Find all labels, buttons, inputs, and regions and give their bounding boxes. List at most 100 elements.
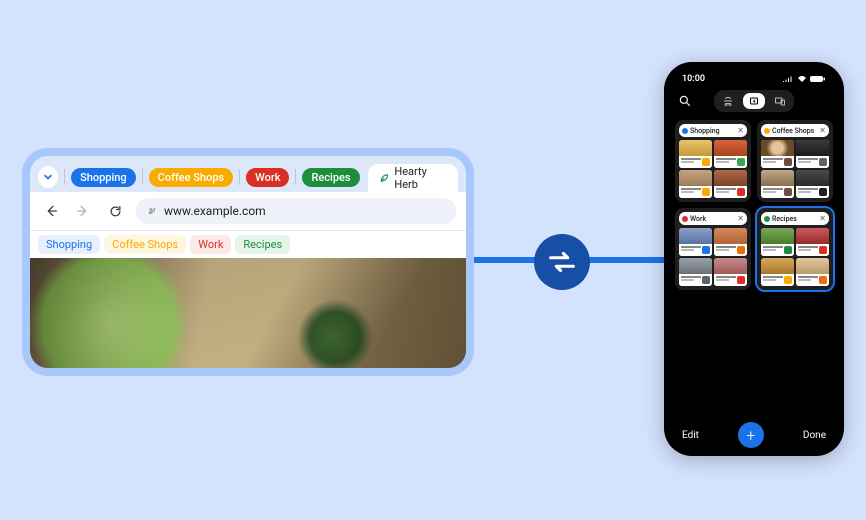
back-button[interactable] [40,200,62,222]
tab-favicon-badge [737,246,745,254]
tab-group-header: Shopping✕ [679,124,747,137]
tab-group[interactable]: Work [246,168,289,187]
tab-tile[interactable] [796,140,829,168]
status-time: 10:00 [682,74,705,84]
forward-button[interactable] [72,200,94,222]
reload-icon [108,204,123,219]
tab-thumbnail [761,258,794,274]
tab-favicon-badge [819,188,827,196]
close-group-button[interactable]: ✕ [737,126,744,135]
bookmark-item[interactable]: Work [190,235,231,254]
tab-tile[interactable] [714,170,747,198]
tab-favicon-badge [784,276,792,284]
arrow-left-icon [43,203,59,219]
close-group-button[interactable]: ✕ [819,214,826,223]
tab-tile[interactable] [761,170,794,198]
group-tiles [679,228,747,286]
tab-thumbnail [679,258,712,274]
new-tab-button[interactable]: + [738,422,764,448]
tab-favicon-badge [784,246,792,254]
chevron-down-icon [43,172,53,182]
tab-group-chip: Shopping [71,168,136,187]
phone-frame: 10:00 4 Shopping✕Coffee Shops✕Work✕Recip… [664,62,844,456]
segment-tab-groups[interactable]: 4 [743,93,765,109]
tab-search-button[interactable] [38,166,58,188]
search-icon[interactable] [678,94,692,108]
tab-group-card[interactable]: Shopping✕ [675,120,751,202]
tab-tile[interactable] [796,170,829,198]
status-bar: 10:00 [672,72,836,90]
active-tab[interactable]: Hearty Herb [368,164,458,192]
sync-icon-badge [534,234,590,290]
tab-tile[interactable] [761,140,794,168]
tab-group-card[interactable]: Coffee Shops✕ [757,120,833,202]
desktop-browser: ShoppingCoffee ShopsWorkRecipes Hearty H… [30,156,466,368]
tab-favicon-badge [737,276,745,284]
tab-favicon-badge [819,276,827,284]
active-tab-title: Hearty Herb [394,165,448,191]
tab-group[interactable]: Coffee Shops [149,168,233,187]
leaf-favicon-icon [378,171,391,185]
tab-tile[interactable] [679,228,712,256]
tab-group[interactable]: Shopping [71,168,136,187]
site-settings-icon [146,205,158,217]
tab-thumbnail [714,140,747,156]
tab-tile[interactable] [714,258,747,286]
segment-other-devices[interactable] [769,93,791,109]
tab-thumbnail [714,228,747,244]
separator [295,169,296,185]
address-bar[interactable]: www.example.com [136,198,456,224]
tab-group-chip: Coffee Shops [149,168,233,187]
tab-strip: Shopping Coffee Shops Work Recipes Hearty H… [30,156,466,192]
tab-group[interactable]: Recipes [302,168,359,187]
segment-incognito[interactable] [717,93,739,109]
tab-group-card[interactable]: Work✕ [675,208,751,290]
group-tiles [761,140,829,198]
tab-favicon-badge [784,188,792,196]
close-group-button[interactable]: ✕ [819,126,826,135]
tab-thumbnail [796,140,829,156]
reload-button[interactable] [104,200,126,222]
tab-tile[interactable] [679,258,712,286]
tab-tile[interactable] [761,258,794,286]
group-label: Work [688,215,737,223]
tab-tile[interactable] [679,140,712,168]
bookmark-item[interactable]: Recipes [235,235,290,254]
bookmarks-bar: ShoppingCoffee ShopsWorkRecipes [30,231,466,258]
url-text: www.example.com [164,204,266,218]
separator [239,169,240,185]
tab-tile[interactable] [796,258,829,286]
group-label: Recipes [770,215,819,223]
tab-group-card[interactable]: Recipes✕ [757,208,833,290]
incognito-icon [722,96,734,106]
tab-group-chip: Work [246,168,289,187]
tab-favicon-badge [702,158,710,166]
tab-thumbnail [761,170,794,186]
tab-favicon-badge [702,246,710,254]
toolbar: www.example.com [30,192,466,231]
tab-group-header: Coffee Shops✕ [761,124,829,137]
tab-tile[interactable] [679,170,712,198]
bookmark-item[interactable]: Shopping [38,235,100,254]
tab-thumbnail [679,228,712,244]
desktop-browser-frame: ShoppingCoffee ShopsWorkRecipes Hearty H… [22,148,474,376]
tab-thumbnail [714,170,747,186]
tab-tile[interactable] [714,140,747,168]
tab-favicon-badge [784,158,792,166]
tab-favicon-badge [702,276,710,284]
tab-group-chip: Recipes [302,168,359,187]
group-label: Coffee Shops [770,127,819,135]
arrow-right-icon [75,203,91,219]
page-hero-image [30,258,466,368]
tab-tile[interactable] [761,228,794,256]
tab-tile[interactable] [714,228,747,256]
tab-tile[interactable] [796,228,829,256]
tab-thumbnail [679,140,712,156]
edit-button[interactable]: Edit [682,430,699,441]
done-button[interactable]: Done [803,430,826,441]
bookmark-item[interactable]: Coffee Shops [104,235,186,254]
separator [142,169,143,185]
tab-switcher-segments: 4 [714,90,794,112]
tab-thumbnail [761,228,794,244]
close-group-button[interactable]: ✕ [737,214,744,223]
